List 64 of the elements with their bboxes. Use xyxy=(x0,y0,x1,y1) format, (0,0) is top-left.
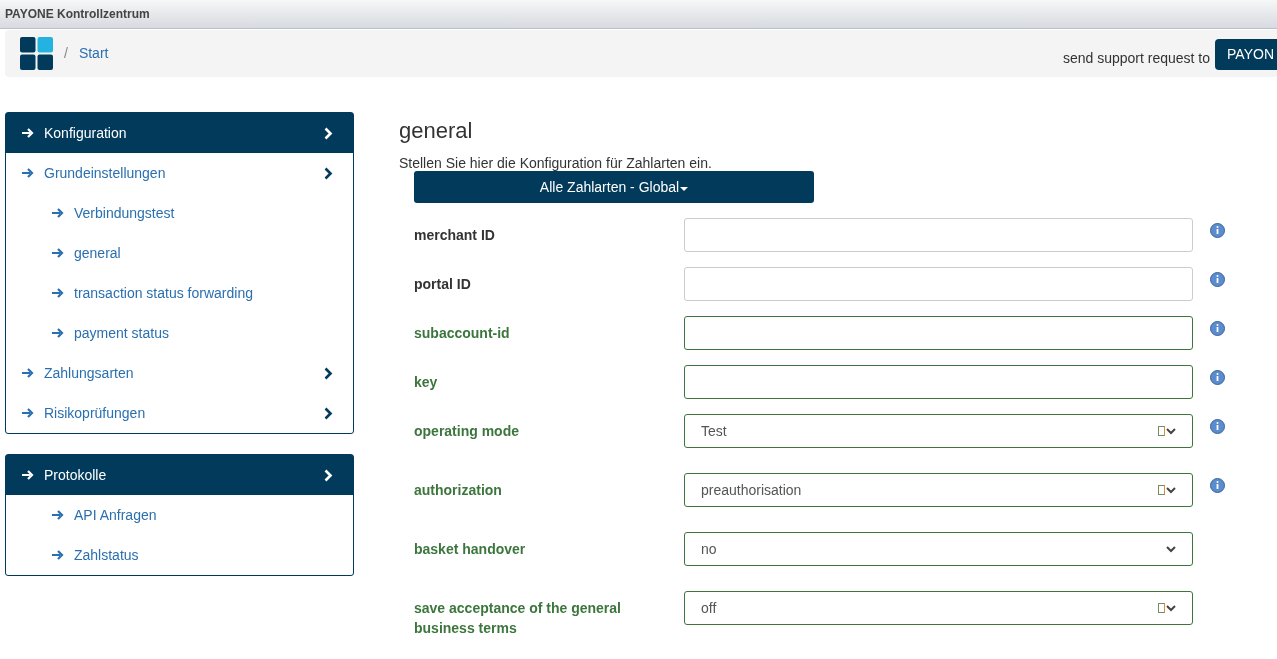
field-label: authorization xyxy=(414,481,503,500)
support-button[interactable]: PAYON xyxy=(1215,39,1277,70)
arrow-right-icon xyxy=(52,208,64,218)
sidebar-item[interactable]: API Anfragen xyxy=(6,495,353,535)
info-icon[interactable] xyxy=(1210,223,1225,238)
sidebar-item[interactable]: payment status xyxy=(6,313,353,353)
arrow-right-icon xyxy=(52,550,64,560)
arrow-right-icon xyxy=(22,368,34,378)
select-field[interactable]: Test xyxy=(684,414,1193,448)
arrow-right-icon xyxy=(52,288,64,298)
window-title: PAYONE Kontrollzentrum xyxy=(5,6,150,23)
chevron-right-icon xyxy=(324,406,333,420)
breadcrumb-link[interactable]: Start xyxy=(78,43,109,64)
chevron-down-icon xyxy=(1166,545,1176,553)
info-icon[interactable] xyxy=(1210,419,1225,434)
missing-glyph-icon xyxy=(1158,485,1165,495)
select-field[interactable]: preauthorisation xyxy=(684,473,1193,507)
sidebar-item[interactable]: Risikoprüfungen xyxy=(6,393,353,433)
arrow-right-icon xyxy=(22,408,34,418)
sidebar-panel-header[interactable]: Protokolle xyxy=(6,455,353,495)
support-text: send support request to xyxy=(1062,49,1211,68)
missing-glyph-icon xyxy=(1158,603,1165,613)
chevron-right-icon xyxy=(324,166,333,180)
arrow-right-icon xyxy=(52,510,64,520)
sidebar-item[interactable]: Zahlungsarten xyxy=(6,353,353,393)
sidebar-item[interactable]: general xyxy=(6,233,353,273)
arrow-right-icon xyxy=(52,328,64,338)
sidebar-item[interactable]: Verbindungstest xyxy=(6,193,353,233)
arrow-right-icon xyxy=(22,168,34,178)
chevron-right-icon xyxy=(324,366,333,380)
select-field[interactable]: no xyxy=(684,532,1193,566)
info-icon[interactable] xyxy=(1210,272,1225,287)
info-icon[interactable] xyxy=(1210,370,1225,385)
select-field[interactable]: off xyxy=(684,591,1193,625)
sidebar-panel-header[interactable]: Konfiguration xyxy=(6,113,353,153)
sidebar-item[interactable]: Zahlstatus xyxy=(6,535,353,575)
field-label: save acceptance of the general business terms xyxy=(414,599,622,638)
field-label: portal ID xyxy=(414,275,472,294)
chevron-right-icon xyxy=(324,126,333,140)
chevron-down-icon xyxy=(1166,604,1176,612)
page-heading: general xyxy=(399,117,474,145)
grid-logo-icon[interactable] xyxy=(20,37,53,70)
chevron-right-icon xyxy=(324,468,333,482)
caret-down-icon xyxy=(680,186,689,191)
chevron-down-icon xyxy=(1166,427,1176,435)
breadcrumb-separator: / xyxy=(64,44,68,63)
arrow-right-icon xyxy=(22,128,34,138)
text-field[interactable] xyxy=(684,316,1193,350)
sidebar-item[interactable]: transaction status forwarding xyxy=(6,273,353,313)
missing-glyph-icon xyxy=(1158,426,1165,436)
field-label: basket handover xyxy=(414,540,527,559)
info-icon[interactable] xyxy=(1210,478,1225,493)
field-label: subaccount-id xyxy=(414,324,511,343)
text-field[interactable] xyxy=(684,365,1193,399)
sidebar-item[interactable]: Grundeinstellungen xyxy=(6,153,353,193)
description-text: Stellen Sie hier die Konfiguration für Zahlarten ein. xyxy=(399,155,713,171)
scope-dropdown-button[interactable]: Alle Zahlarten - Global xyxy=(414,171,814,203)
field-label: key xyxy=(414,373,439,392)
info-icon[interactable] xyxy=(1210,321,1225,336)
field-label: merchant ID xyxy=(414,226,496,245)
chevron-down-icon xyxy=(1166,486,1176,494)
arrow-right-icon xyxy=(52,248,64,258)
field-label: operating mode xyxy=(414,422,520,441)
arrow-right-icon xyxy=(22,470,34,480)
